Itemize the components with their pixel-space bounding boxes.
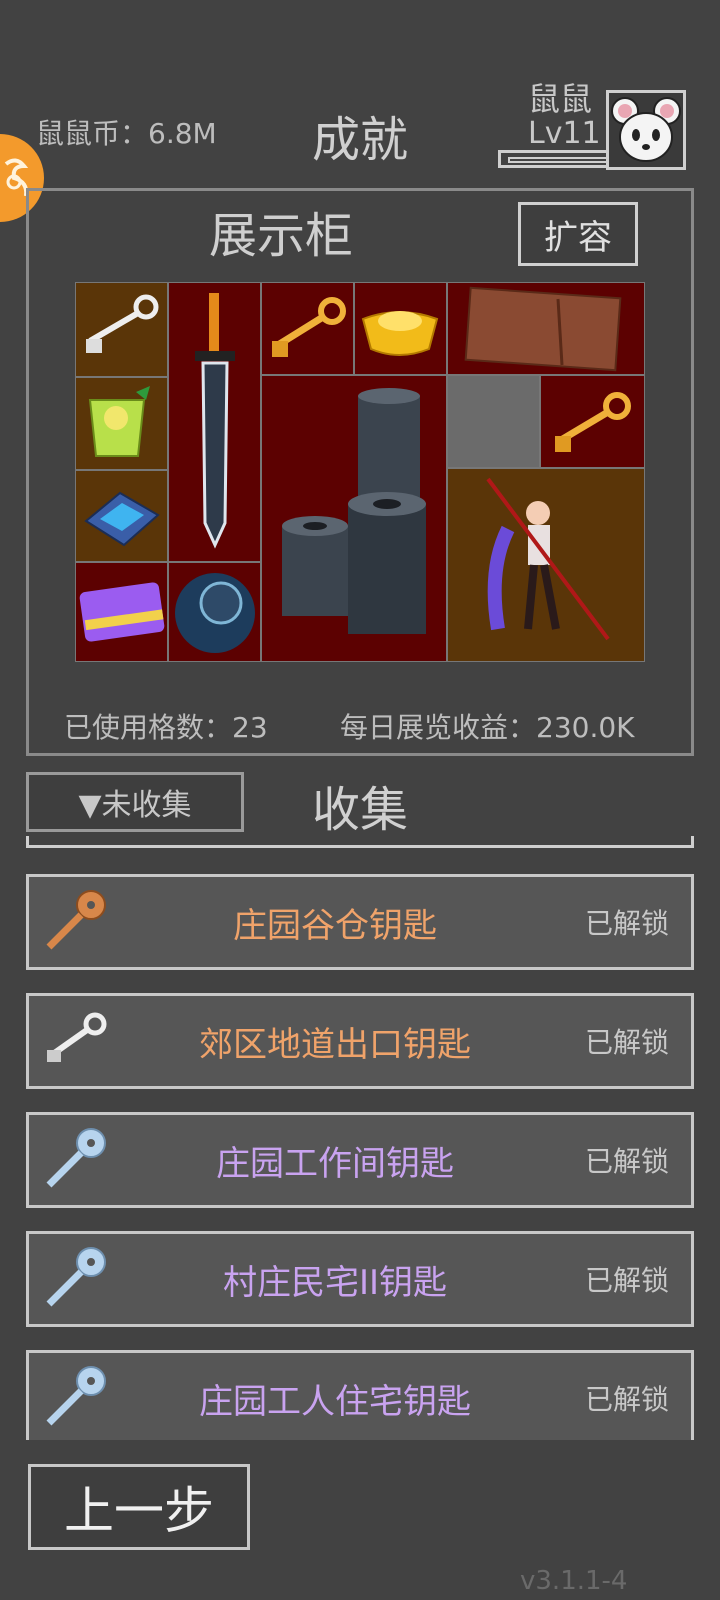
list-item-name: 庄园工作间钥匙	[216, 1143, 454, 1184]
list-item[interactable]: 庄园工作间钥匙 已解锁	[26, 1112, 694, 1208]
avatar[interactable]	[606, 90, 686, 170]
showcase-slot-empty[interactable]	[447, 375, 540, 468]
showcase-slot-pipes[interactable]	[261, 375, 447, 662]
gold-key-icon	[555, 392, 631, 452]
list-item-status: 已解锁	[584, 1383, 669, 1416]
list-item[interactable]: 庄园工人住宅钥匙 已解锁	[26, 1350, 694, 1440]
list-item-status: 已解锁	[584, 907, 669, 940]
experience-bar-fill	[508, 157, 608, 163]
watch-icon	[175, 573, 255, 653]
list-item-name: 村庄民宅II钥匙	[222, 1262, 448, 1303]
list-item-name: 庄园工人住宅钥匙	[199, 1381, 471, 1422]
back-button[interactable]: 上一步	[28, 1464, 250, 1550]
showcase-slot-gold-key-2[interactable]	[540, 375, 645, 468]
collection-list[interactable]: 庄园谷仓钥匙 已解锁 郊区地道出口钥匙 已解锁 庄园工作间钥匙 已解锁 村庄民宅…	[26, 870, 694, 1440]
list-item-status: 已解锁	[584, 1145, 669, 1178]
showcase-slot-silver-key[interactable]	[75, 282, 168, 377]
list-item-name: 庄园谷仓钥匙	[233, 905, 437, 946]
list-top-border	[26, 836, 694, 848]
gold-key-icon	[272, 297, 346, 357]
list-item-status: 已解锁	[584, 1026, 669, 1059]
player-name: 鼠鼠	[528, 80, 593, 118]
showcase-slot-watch[interactable]	[168, 562, 261, 662]
used-slots: 已使用格数：23	[64, 711, 268, 744]
daily-income: 每日展览收益：230.0K	[340, 711, 635, 744]
list-item-name: 郊区地道出口钥匙	[199, 1024, 471, 1065]
list-item[interactable]: 村庄民宅II钥匙 已解锁	[26, 1231, 694, 1327]
character-figure-icon	[486, 477, 610, 641]
mouse-avatar-icon	[611, 97, 681, 162]
showcase-slot-gold-key[interactable]	[261, 282, 354, 375]
showcase-title: 展示柜	[208, 208, 353, 264]
gold-ingot-icon	[361, 311, 439, 356]
metal-pipes-icon	[282, 388, 426, 634]
purple-card-icon	[79, 582, 165, 642]
silver-key-icon	[41, 1006, 111, 1076]
expand-button[interactable]: 扩容	[518, 202, 638, 266]
copper-key-icon	[41, 887, 111, 957]
showcase-slot-character[interactable]	[447, 468, 645, 662]
leather-folder-icon	[464, 286, 622, 372]
showcase-slot-drink[interactable]	[75, 377, 168, 470]
blue-key-icon	[41, 1125, 111, 1195]
list-item[interactable]: 郊区地道出口钥匙 已解锁	[26, 993, 694, 1089]
blue-key-icon	[41, 1363, 111, 1433]
showcase-grid	[75, 282, 645, 662]
version-label: v3.1.1-4	[520, 1566, 628, 1596]
chip-icon	[84, 491, 160, 547]
blue-key-icon	[41, 1244, 111, 1314]
showcase-slot-sword[interactable]	[168, 282, 261, 562]
drink-icon	[88, 386, 150, 457]
sword-icon	[195, 293, 235, 549]
list-item-status: 已解锁	[584, 1264, 669, 1297]
player-level: Lv11	[528, 116, 601, 151]
silver-key-icon	[86, 294, 159, 353]
list-item[interactable]: 庄园谷仓钥匙 已解锁	[26, 874, 694, 970]
collection-title: 收集	[311, 782, 408, 838]
showcase-slot-chip[interactable]	[75, 470, 168, 562]
showcase-slot-gold-ingot[interactable]	[354, 282, 447, 375]
showcase-slot-card[interactable]	[75, 562, 168, 662]
showcase-slot-folder[interactable]	[447, 282, 645, 375]
